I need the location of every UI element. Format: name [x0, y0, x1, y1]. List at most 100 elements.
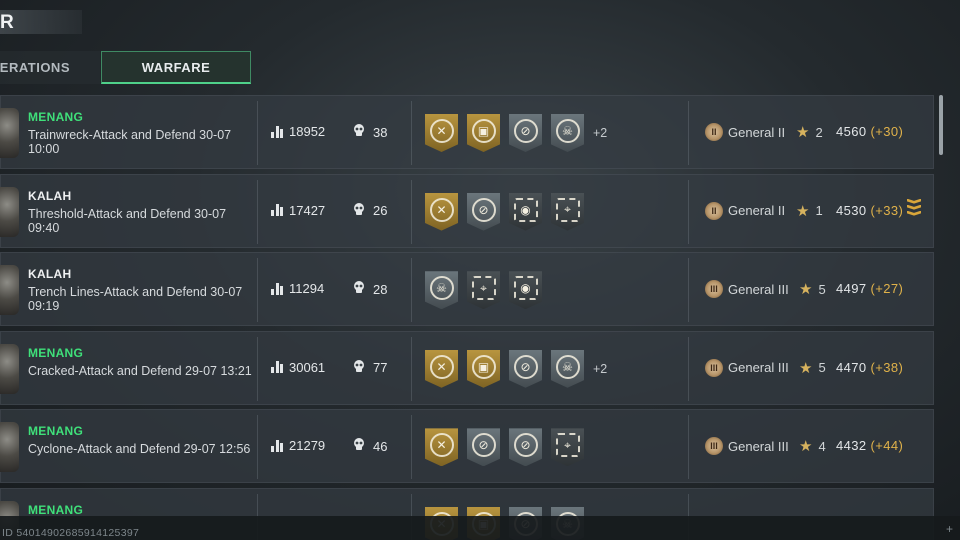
- match-mode: Trench Lines-Attack and Defend 30-07 09:…: [28, 285, 243, 314]
- avatar: [0, 422, 19, 473]
- rank-emblem-icon: III: [705, 437, 723, 456]
- rank-info: III General III: [705, 437, 789, 456]
- tab-warfare[interactable]: WARFARE: [101, 51, 251, 84]
- rank-info: II General II: [705, 123, 785, 141]
- score-value: 17427: [289, 202, 326, 218]
- medal-badge-icon[interactable]: ✕: [425, 192, 458, 231]
- skull-icon: [353, 124, 365, 140]
- medal-emblem-icon: ⊘: [471, 433, 496, 458]
- match-mode: Cyclone-Attack and Defend 29-07 12:56: [28, 442, 251, 457]
- skill-rating: 4530 (+33): [836, 203, 903, 218]
- medal-badge-icon[interactable]: ▣: [467, 349, 500, 388]
- match-result: MENANG: [28, 345, 84, 360]
- star-count: 4: [818, 438, 826, 454]
- medal-badges: ✕ ▣ ⊘ ☠ +2: [425, 349, 607, 388]
- promotion-chevron-icon: [907, 198, 921, 219]
- medal-badges: ☠ ⌖ ◉: [425, 271, 551, 310]
- player-id: ID 54014902685914125397: [2, 527, 140, 539]
- medal-emblem-icon: ✕: [429, 197, 454, 222]
- sr-value: 4560: [836, 124, 867, 139]
- skill-rating: 4560 (+30): [836, 124, 903, 139]
- medal-emblem-icon: ▣: [471, 354, 496, 379]
- match-row[interactable]: MENANG Cracked-Attack and Defend 29-07 13…: [0, 330, 934, 405]
- medal-emblem-icon: ◉: [513, 197, 538, 222]
- medal-badge-icon[interactable]: ⊘: [467, 192, 500, 231]
- match-row[interactable]: MENANG Trainwreck-Attack and Defend 30-07…: [0, 95, 934, 169]
- sr-value: 4432: [836, 438, 867, 454]
- divider: [257, 415, 258, 480]
- sr-delta: (+44): [870, 438, 904, 454]
- medal-emblem-icon: ⌖: [471, 276, 496, 301]
- match-history-list: MENANG Trainwreck-Attack and Defend 30-07…: [0, 95, 934, 540]
- medal-emblem-icon: ✕: [429, 119, 454, 143]
- medal-emblem-icon: ⊘: [471, 197, 496, 222]
- rank-stars: ★ 2: [796, 123, 823, 141]
- sr-delta: (+38): [870, 359, 904, 375]
- match-row[interactable]: MENANG Cyclone-Attack and Defend 29-07 12…: [0, 409, 934, 484]
- score-bars-icon: [271, 282, 283, 295]
- mode-tabs: PERATIONS WARFARE: [0, 51, 251, 84]
- kills-value: 38: [373, 124, 388, 140]
- rank-emblem-icon: III: [705, 280, 723, 299]
- rank-name: General II: [728, 203, 786, 219]
- sr-delta: (+27): [870, 281, 904, 297]
- sr-delta: (+30): [870, 124, 904, 139]
- page-title: R: [0, 12, 15, 33]
- medal-badge-icon[interactable]: ⌖: [551, 192, 584, 231]
- medal-emblem-icon: ☠: [429, 276, 454, 301]
- match-result: KALAH: [28, 267, 72, 282]
- divider: [411, 336, 412, 401]
- medal-badge-icon[interactable]: ⊘: [509, 114, 542, 152]
- medal-badge-icon[interactable]: ☠: [551, 114, 584, 152]
- rank-info: II General II: [705, 201, 786, 220]
- star-count: 5: [818, 281, 826, 297]
- avatar: [0, 186, 19, 237]
- avatar: [0, 343, 19, 394]
- medal-badge-icon[interactable]: ✕: [425, 114, 458, 152]
- match-result: MENANG: [28, 110, 84, 124]
- divider: [688, 101, 689, 165]
- medal-badge-icon[interactable]: ☠: [425, 271, 458, 310]
- more-medals-count: +2: [593, 126, 608, 140]
- match-row[interactable]: KALAH Trench Lines-Attack and Defend 30-0…: [0, 252, 934, 327]
- match-result: MENANG: [28, 424, 84, 439]
- medal-emblem-icon: ✕: [429, 354, 454, 379]
- score-value: 21279: [289, 438, 326, 454]
- star-count: 5: [818, 360, 826, 376]
- medal-badge-icon[interactable]: ◉: [509, 192, 542, 231]
- star-icon: ★: [796, 124, 810, 141]
- scrollbar[interactable]: [939, 95, 943, 155]
- match-row[interactable]: KALAH Threshold-Attack and Defend 30-07 0…: [0, 173, 934, 248]
- medal-badge-icon[interactable]: ✕: [425, 428, 458, 467]
- medal-badge-icon[interactable]: ✕: [425, 349, 458, 388]
- divider: [411, 101, 412, 165]
- match-result: MENANG: [28, 502, 84, 517]
- skull-icon: [353, 202, 365, 219]
- medal-badge-icon[interactable]: ⊘: [467, 428, 500, 467]
- divider: [257, 336, 258, 401]
- star-icon: ★: [796, 202, 810, 220]
- medal-badge-icon[interactable]: ☠: [551, 349, 584, 388]
- medal-badge-icon[interactable]: ◉: [509, 271, 542, 310]
- medal-badge-icon[interactable]: ⌖: [551, 428, 584, 467]
- sr-value: 4470: [836, 359, 867, 375]
- score-bars-icon: [271, 361, 283, 374]
- divider: [257, 258, 258, 323]
- medal-badge-icon[interactable]: ⊘: [509, 349, 542, 388]
- divider: [411, 258, 412, 323]
- medal-emblem-icon: ⊘: [513, 433, 538, 458]
- kills-stat: 28: [353, 281, 387, 297]
- medal-badge-icon[interactable]: ⊘: [509, 428, 542, 467]
- rank-name: General III: [728, 360, 789, 376]
- skill-rating: 4432 (+44): [836, 438, 903, 453]
- divider: [411, 179, 412, 244]
- score-bars-icon: [271, 439, 283, 452]
- kills-stat: 38: [353, 124, 387, 140]
- bottom-bar: [0, 516, 960, 540]
- tab-operations[interactable]: PERATIONS: [0, 51, 100, 84]
- medal-badge-icon[interactable]: ▣: [467, 114, 500, 152]
- skull-icon: [353, 281, 365, 297]
- divider: [688, 415, 689, 480]
- medal-emblem-icon: ◉: [513, 276, 538, 301]
- medal-badge-icon[interactable]: ⌖: [467, 271, 500, 310]
